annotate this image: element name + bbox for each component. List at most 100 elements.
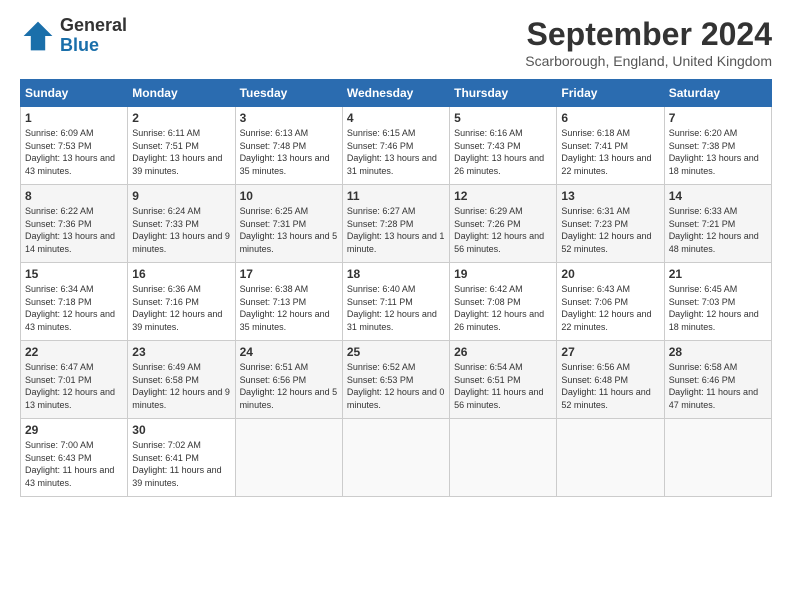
day-info: Sunrise: 6:47 AMSunset: 7:01 PMDaylight:… bbox=[25, 361, 123, 411]
day-info: Sunrise: 7:00 AMSunset: 6:43 PMDaylight:… bbox=[25, 439, 123, 489]
calendar-cell: 3Sunrise: 6:13 AMSunset: 7:48 PMDaylight… bbox=[235, 107, 342, 185]
day-info: Sunrise: 6:49 AMSunset: 6:58 PMDaylight:… bbox=[132, 361, 230, 411]
weekday-header-thursday: Thursday bbox=[450, 80, 557, 107]
calendar-cell: 14 Sunrise: 6:33 AMSunset: 7:21 PMDayligh… bbox=[664, 185, 771, 263]
week-row-4: 22 Sunrise: 6:47 AMSunset: 7:01 PMDayligh… bbox=[21, 341, 772, 419]
weekday-header-saturday: Saturday bbox=[664, 80, 771, 107]
day-number: 30 bbox=[132, 423, 230, 437]
day-number: 12 bbox=[454, 189, 552, 203]
week-row-1: 1Sunrise: 6:09 AMSunset: 7:53 PMDaylight… bbox=[21, 107, 772, 185]
header: General Blue September 2024 Scarborough,… bbox=[20, 16, 772, 69]
page: General Blue September 2024 Scarborough,… bbox=[0, 0, 792, 513]
calendar-cell: 2 Sunrise: 6:11 AMSunset: 7:51 PMDaylight… bbox=[128, 107, 235, 185]
day-number: 20 bbox=[561, 267, 659, 281]
calendar-cell: 9Sunrise: 6:24 AMSunset: 7:33 PMDaylight… bbox=[128, 185, 235, 263]
month-title: September 2024 bbox=[525, 16, 772, 53]
calendar-cell bbox=[450, 419, 557, 497]
calendar-cell bbox=[557, 419, 664, 497]
weekday-header-friday: Friday bbox=[557, 80, 664, 107]
calendar-cell: 11 Sunrise: 6:27 AMSunset: 7:28 PMDayligh… bbox=[342, 185, 449, 263]
logo-text: General Blue bbox=[60, 16, 127, 56]
calendar-cell: 21Sunrise: 6:45 AMSunset: 7:03 PMDayligh… bbox=[664, 263, 771, 341]
week-row-5: 29 Sunrise: 7:00 AMSunset: 6:43 PMDayligh… bbox=[21, 419, 772, 497]
day-number: 8 bbox=[25, 189, 123, 203]
location: Scarborough, England, United Kingdom bbox=[525, 53, 772, 69]
day-info: Sunrise: 6:58 AMSunset: 6:46 PMDaylight:… bbox=[669, 361, 767, 411]
calendar-cell: 12Sunrise: 6:29 AMSunset: 7:26 PMDayligh… bbox=[450, 185, 557, 263]
calendar-cell: 19Sunrise: 6:42 AMSunset: 7:08 PMDayligh… bbox=[450, 263, 557, 341]
calendar-cell: 30 Sunrise: 7:02 AMSunset: 6:41 PMDayligh… bbox=[128, 419, 235, 497]
calendar-cell: 7Sunrise: 6:20 AMSunset: 7:38 PMDaylight… bbox=[664, 107, 771, 185]
day-info: Sunrise: 6:31 AMSunset: 7:23 PMDaylight:… bbox=[561, 205, 659, 255]
weekday-header-monday: Monday bbox=[128, 80, 235, 107]
week-row-2: 8 Sunrise: 6:22 AMSunset: 7:36 PMDaylight… bbox=[21, 185, 772, 263]
calendar-cell bbox=[664, 419, 771, 497]
day-info: Sunrise: 6:24 AMSunset: 7:33 PMDaylight:… bbox=[132, 205, 230, 255]
calendar-cell: 28 Sunrise: 6:58 AMSunset: 6:46 PMDayligh… bbox=[664, 341, 771, 419]
day-number: 26 bbox=[454, 345, 552, 359]
day-info: Sunrise: 6:56 AMSunset: 6:48 PMDaylight:… bbox=[561, 361, 659, 411]
calendar-cell: 29 Sunrise: 7:00 AMSunset: 6:43 PMDayligh… bbox=[21, 419, 128, 497]
day-info: Sunrise: 6:11 AMSunset: 7:51 PMDaylight:… bbox=[132, 127, 230, 177]
weekday-header-row: SundayMondayTuesdayWednesdayThursdayFrid… bbox=[21, 80, 772, 107]
title-area: September 2024 Scarborough, England, Uni… bbox=[525, 16, 772, 69]
day-number: 18 bbox=[347, 267, 445, 281]
weekday-header-wednesday: Wednesday bbox=[342, 80, 449, 107]
calendar-cell: 4 Sunrise: 6:15 AMSunset: 7:46 PMDaylight… bbox=[342, 107, 449, 185]
calendar-cell: 15Sunrise: 6:34 AMSunset: 7:18 PMDayligh… bbox=[21, 263, 128, 341]
day-info: Sunrise: 6:43 AMSunset: 7:06 PMDaylight:… bbox=[561, 283, 659, 333]
day-info: Sunrise: 6:25 AMSunset: 7:31 PMDaylight:… bbox=[240, 205, 338, 255]
day-number: 15 bbox=[25, 267, 123, 281]
logo: General Blue bbox=[20, 16, 127, 56]
calendar-cell: 26 Sunrise: 6:54 AMSunset: 6:51 PMDayligh… bbox=[450, 341, 557, 419]
day-number: 29 bbox=[25, 423, 123, 437]
day-info: Sunrise: 6:16 AMSunset: 7:43 PMDaylight:… bbox=[454, 127, 552, 177]
day-info: Sunrise: 6:54 AMSunset: 6:51 PMDaylight:… bbox=[454, 361, 552, 411]
day-number: 5 bbox=[454, 111, 552, 125]
calendar-cell: 13 Sunrise: 6:31 AMSunset: 7:23 PMDayligh… bbox=[557, 185, 664, 263]
day-number: 4 bbox=[347, 111, 445, 125]
day-info: Sunrise: 6:42 AMSunset: 7:08 PMDaylight:… bbox=[454, 283, 552, 333]
calendar-cell: 23 Sunrise: 6:49 AMSunset: 6:58 PMDayligh… bbox=[128, 341, 235, 419]
day-number: 24 bbox=[240, 345, 338, 359]
calendar-cell: 1Sunrise: 6:09 AMSunset: 7:53 PMDaylight… bbox=[21, 107, 128, 185]
day-info: Sunrise: 6:27 AMSunset: 7:28 PMDaylight:… bbox=[347, 205, 445, 255]
day-number: 28 bbox=[669, 345, 767, 359]
calendar-cell: 16Sunrise: 6:36 AMSunset: 7:16 PMDayligh… bbox=[128, 263, 235, 341]
day-number: 13 bbox=[561, 189, 659, 203]
weekday-header-tuesday: Tuesday bbox=[235, 80, 342, 107]
calendar-cell: 10 Sunrise: 6:25 AMSunset: 7:31 PMDayligh… bbox=[235, 185, 342, 263]
day-number: 1 bbox=[25, 111, 123, 125]
day-number: 3 bbox=[240, 111, 338, 125]
day-number: 23 bbox=[132, 345, 230, 359]
day-info: Sunrise: 6:22 AMSunset: 7:36 PMDaylight:… bbox=[25, 205, 123, 255]
day-number: 7 bbox=[669, 111, 767, 125]
day-number: 6 bbox=[561, 111, 659, 125]
day-number: 10 bbox=[240, 189, 338, 203]
day-number: 14 bbox=[669, 189, 767, 203]
calendar-cell: 27 Sunrise: 6:56 AMSunset: 6:48 PMDayligh… bbox=[557, 341, 664, 419]
day-info: Sunrise: 6:33 AMSunset: 7:21 PMDaylight:… bbox=[669, 205, 767, 255]
day-number: 11 bbox=[347, 189, 445, 203]
day-number: 17 bbox=[240, 267, 338, 281]
calendar-cell: 22 Sunrise: 6:47 AMSunset: 7:01 PMDayligh… bbox=[21, 341, 128, 419]
day-info: Sunrise: 7:02 AMSunset: 6:41 PMDaylight:… bbox=[132, 439, 230, 489]
day-number: 22 bbox=[25, 345, 123, 359]
day-info: Sunrise: 6:38 AMSunset: 7:13 PMDaylight:… bbox=[240, 283, 338, 333]
day-info: Sunrise: 6:36 AMSunset: 7:16 PMDaylight:… bbox=[132, 283, 230, 333]
day-info: Sunrise: 6:18 AMSunset: 7:41 PMDaylight:… bbox=[561, 127, 659, 177]
week-row-3: 15Sunrise: 6:34 AMSunset: 7:18 PMDayligh… bbox=[21, 263, 772, 341]
day-number: 25 bbox=[347, 345, 445, 359]
day-number: 27 bbox=[561, 345, 659, 359]
day-info: Sunrise: 6:45 AMSunset: 7:03 PMDaylight:… bbox=[669, 283, 767, 333]
day-number: 2 bbox=[132, 111, 230, 125]
calendar-cell: 8 Sunrise: 6:22 AMSunset: 7:36 PMDaylight… bbox=[21, 185, 128, 263]
day-info: Sunrise: 6:40 AMSunset: 7:11 PMDaylight:… bbox=[347, 283, 445, 333]
calendar-cell: 18 Sunrise: 6:40 AMSunset: 7:11 PMDayligh… bbox=[342, 263, 449, 341]
logo-icon bbox=[20, 18, 56, 54]
calendar-cell: 6 Sunrise: 6:18 AMSunset: 7:41 PMDaylight… bbox=[557, 107, 664, 185]
calendar-cell: 25 Sunrise: 6:52 AMSunset: 6:53 PMDayligh… bbox=[342, 341, 449, 419]
day-info: Sunrise: 6:15 AMSunset: 7:46 PMDaylight:… bbox=[347, 127, 445, 177]
day-info: Sunrise: 6:52 AMSunset: 6:53 PMDaylight:… bbox=[347, 361, 445, 411]
weekday-header-sunday: Sunday bbox=[21, 80, 128, 107]
